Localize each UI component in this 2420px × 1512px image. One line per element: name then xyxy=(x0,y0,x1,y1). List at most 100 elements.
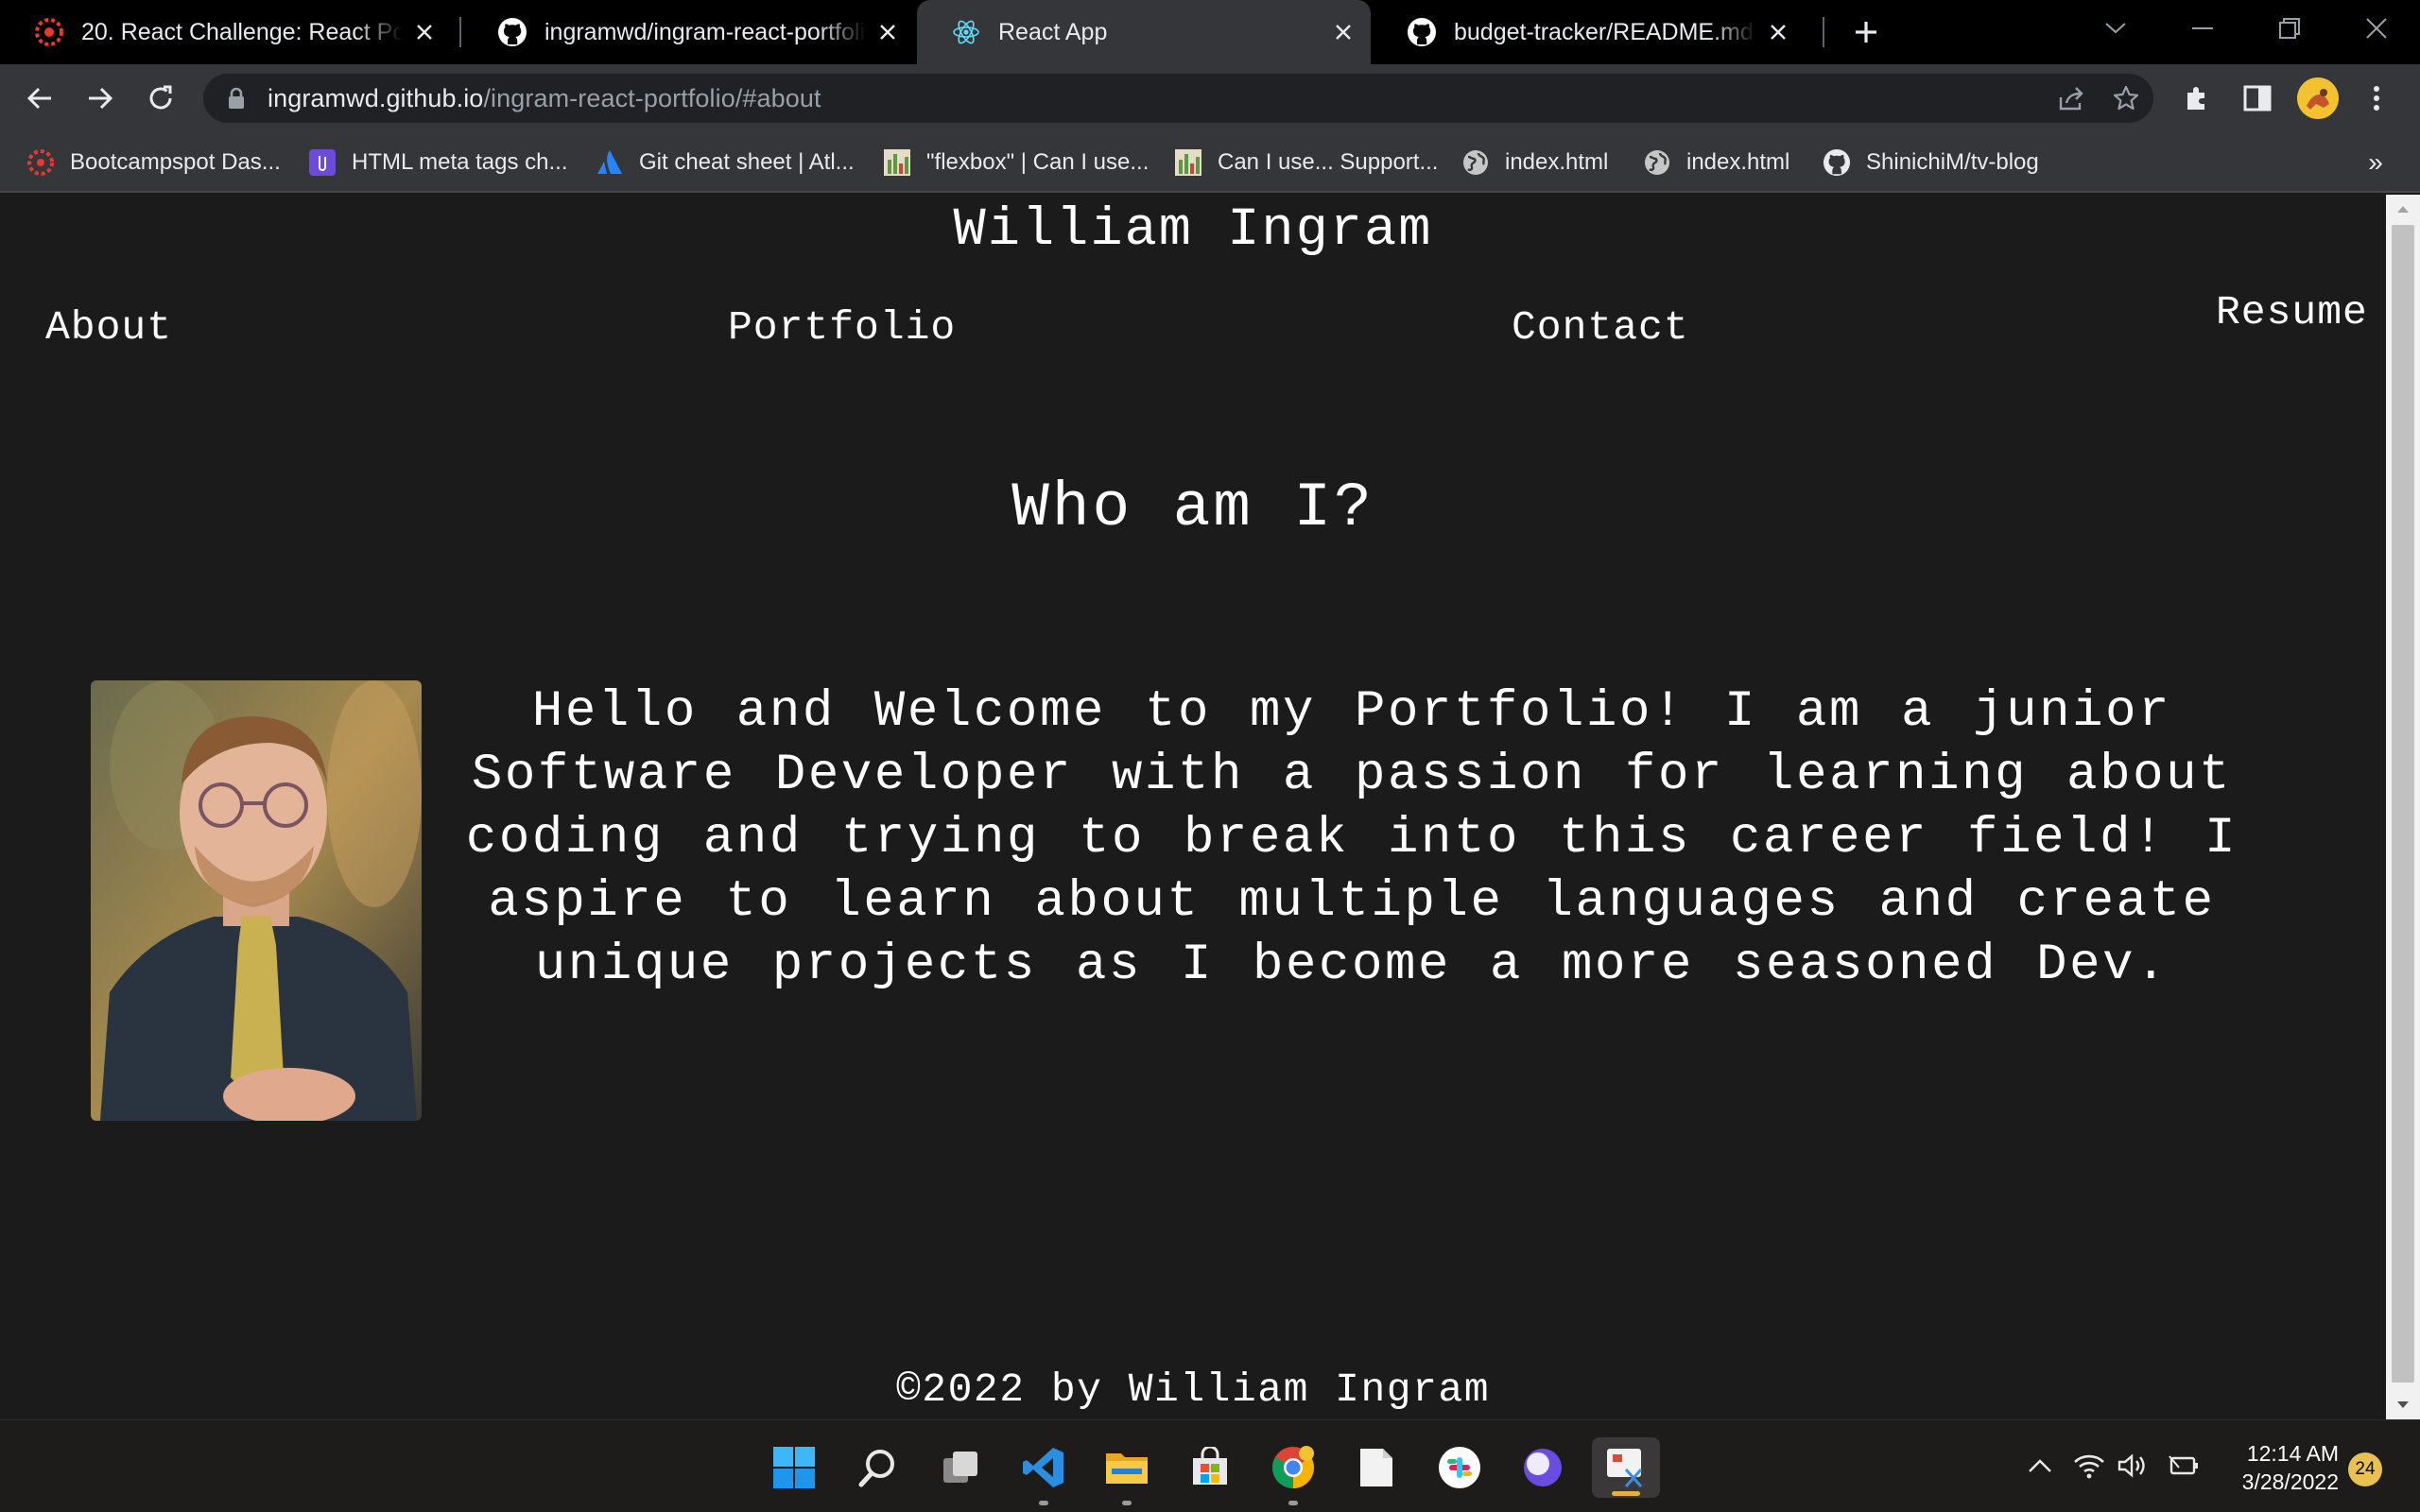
paperclip-icon xyxy=(308,148,337,177)
notification-badge[interactable]: 24 xyxy=(2348,1452,2382,1486)
footer-copyright: ©2022 by William Ingram xyxy=(896,1366,1490,1413)
github-icon xyxy=(1823,148,1851,177)
wifi-icon[interactable] xyxy=(2072,1449,2106,1483)
bookmarks-overflow-button[interactable]: » xyxy=(2361,144,2390,181)
profile-avatar[interactable] xyxy=(2297,77,2339,119)
snipping-tool-icon[interactable] xyxy=(1592,1437,1660,1498)
notepad-icon[interactable] xyxy=(1350,1441,1403,1494)
show-hidden-icons-chevron-icon[interactable] xyxy=(2023,1449,2057,1483)
page-content: William Ingram About Portfolio Contact R… xyxy=(0,195,2386,1419)
bookmark-label: Can I use... Support... xyxy=(1218,149,1439,175)
bookmark-label: index.html xyxy=(1686,149,1790,175)
new-tab-button[interactable] xyxy=(1847,13,1885,51)
forward-button[interactable] xyxy=(79,77,121,119)
scroll-up-arrow[interactable] xyxy=(2386,195,2420,223)
globe-icon xyxy=(1461,148,1490,177)
tab-separator xyxy=(1823,17,1824,47)
caniuse-icon xyxy=(883,148,911,177)
bookmark-git-cheat-sheet[interactable]: Git cheat sheet | Atl... xyxy=(596,144,855,181)
search-icon[interactable] xyxy=(851,1441,904,1494)
clock-date: 3/28/2022 xyxy=(2241,1469,2339,1494)
minimize-button[interactable] xyxy=(2159,0,2246,57)
bookmark-caniuse-flexbox[interactable]: "flexbox" | Can I use... xyxy=(883,144,1149,181)
bookmark-index-html-1[interactable]: index.html xyxy=(1461,144,1608,181)
bookmark-tv-blog[interactable]: ShinichiM/tv-blog xyxy=(1823,144,2039,181)
restore-button[interactable] xyxy=(2246,0,2333,57)
bookmark-star-icon[interactable] xyxy=(2109,81,2143,115)
close-window-button[interactable] xyxy=(2333,0,2420,57)
caniuse-icon xyxy=(1174,148,1202,177)
file-explorer-icon[interactable] xyxy=(1100,1441,1153,1505)
bootcampspot-icon xyxy=(34,17,64,47)
about-heading: Who am I? xyxy=(1011,472,1374,543)
share-icon[interactable] xyxy=(2054,81,2088,115)
running-indicator xyxy=(1039,1501,1048,1505)
react-icon xyxy=(951,17,981,47)
store-icon[interactable] xyxy=(1184,1441,1236,1494)
bookmark-label: Bootcampspot Das... xyxy=(70,149,281,175)
clock-time: 12:14 AM xyxy=(2246,1441,2339,1466)
bookmark-index-html-2[interactable]: index.html xyxy=(1643,144,1789,181)
tab-separator xyxy=(459,17,461,47)
extensions-puzzle-icon[interactable] xyxy=(2178,79,2216,117)
github-icon xyxy=(1407,17,1437,47)
atlassian-icon xyxy=(596,148,624,177)
close-icon[interactable] xyxy=(1329,18,1357,46)
close-icon[interactable] xyxy=(410,18,439,46)
bookmark-caniuse-support[interactable]: Can I use... Support... xyxy=(1174,144,1438,181)
tab-title: budget-tracker/README.md at main xyxy=(1454,18,1756,45)
scroll-down-arrow[interactable] xyxy=(2386,1391,2420,1419)
nav-portfolio-link[interactable]: Portfolio xyxy=(728,304,956,351)
bookmark-label: ShinichiM/tv-blog xyxy=(1866,149,2039,175)
back-button[interactable] xyxy=(19,77,60,119)
profile-photo xyxy=(91,680,422,1121)
side-panel-icon[interactable] xyxy=(2238,79,2276,117)
task-view-icon[interactable] xyxy=(934,1441,987,1494)
running-indicator xyxy=(1288,1501,1298,1505)
battery-icon[interactable] xyxy=(2167,1449,2201,1483)
bootcampspot-icon xyxy=(26,148,55,177)
bookmark-label: "flexbox" | Can I use... xyxy=(926,149,1150,175)
running-indicator xyxy=(1612,1491,1640,1496)
tab-search-button[interactable] xyxy=(2072,0,2159,57)
browser-toolbar: ingramwd.github.io/ingram-react-portfoli… xyxy=(0,64,2420,132)
tab-title: ingramwd/ingram-react-portfolio xyxy=(544,18,866,45)
url-host: ingramwd.github.io xyxy=(268,83,484,112)
app-icon[interactable] xyxy=(1516,1441,1569,1494)
scroll-thumb[interactable] xyxy=(2392,225,2414,1383)
close-icon[interactable] xyxy=(1764,18,1792,46)
tab-react-app[interactable]: React App xyxy=(917,0,1371,64)
start-icon[interactable] xyxy=(768,1441,821,1494)
slack-icon[interactable] xyxy=(1433,1441,1486,1494)
nav-about-link[interactable]: About xyxy=(45,304,172,351)
tab-github-portfolio[interactable]: ingramwd/ingram-react-portfolio xyxy=(463,0,915,64)
nav-contact-link[interactable]: Contact xyxy=(1512,304,1689,351)
tab-budget-tracker[interactable]: budget-tracker/README.md at main xyxy=(1373,0,1806,64)
vscode-icon[interactable] xyxy=(1017,1441,1070,1505)
tab-title: 20. React Challenge: React Portfolio xyxy=(81,18,403,45)
bookmark-bootcampspot[interactable]: Bootcampspot Das... xyxy=(26,144,281,181)
windows-taskbar: 12:14 AM 3/28/2022 24 xyxy=(0,1419,2420,1512)
bookmark-label: index.html xyxy=(1505,149,1609,175)
bookmark-label: Git cheat sheet | Atl... xyxy=(639,149,855,175)
bookmarks-bar: Bootcampspot Das... HTML meta tags ch...… xyxy=(0,132,2420,193)
system-clock[interactable]: 12:14 AM 3/28/2022 xyxy=(2221,1439,2339,1496)
tab-react-challenge[interactable]: 20. React Challenge: React Portfolio xyxy=(0,0,452,64)
page-scrollbar[interactable] xyxy=(2386,195,2420,1419)
nav-resume-link[interactable]: Resume xyxy=(2216,289,2368,335)
tab-title: React App xyxy=(998,18,1108,45)
lock-icon[interactable] xyxy=(224,86,249,111)
close-icon[interactable] xyxy=(873,18,902,46)
url-text[interactable]: ingramwd.github.io/ingram-react-portfoli… xyxy=(268,84,821,113)
reload-button[interactable] xyxy=(140,77,182,119)
volume-icon[interactable] xyxy=(2116,1449,2150,1483)
about-bio-text: Hello and Welcome to my Portfolio! I am … xyxy=(465,683,2238,994)
chrome-icon[interactable] xyxy=(1267,1441,1320,1505)
chrome-menu-icon[interactable] xyxy=(2358,79,2395,117)
bookmark-html-meta-tags[interactable]: HTML meta tags ch... xyxy=(308,144,568,181)
url-path: /ingram-react-portfolio/#about xyxy=(483,83,821,112)
globe-icon xyxy=(1643,148,1671,177)
address-bar[interactable]: ingramwd.github.io/ingram-react-portfoli… xyxy=(203,74,2153,123)
bookmark-label: HTML meta tags ch... xyxy=(352,149,568,175)
github-icon xyxy=(497,17,527,47)
